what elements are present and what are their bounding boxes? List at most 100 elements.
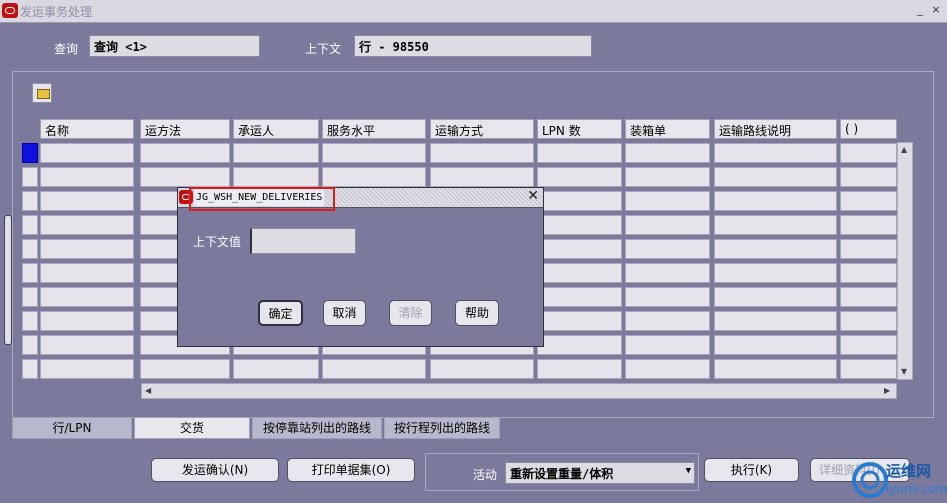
query-field[interactable]: 查询 <1> [89,35,260,57]
grid-cell[interactable] [714,311,837,331]
grid-cell[interactable] [625,239,710,259]
row-indicator[interactable] [22,239,38,259]
grid-cell[interactable] [714,239,837,259]
grid-cell[interactable] [625,191,710,211]
grid-cell[interactable] [714,263,837,283]
region-scroll-indicator[interactable] [4,215,12,345]
vertical-scrollbar[interactable]: ▲ ▼ [897,142,913,380]
grid-cell[interactable] [625,311,710,331]
cancel-button[interactable]: 取消 [323,300,366,326]
row-indicator[interactable] [22,167,38,187]
grid-cell[interactable] [625,167,710,187]
grid-cell[interactable] [714,143,837,163]
grid-cell[interactable] [430,143,534,163]
grid-cell[interactable] [40,335,134,355]
minimize-icon[interactable]: _ [913,3,927,17]
grid-cell[interactable] [840,335,897,355]
grid-cell[interactable] [40,239,134,259]
grid-cell[interactable] [840,263,897,283]
tab-delivery[interactable]: 交货 [134,417,250,439]
grid-cell[interactable] [40,215,134,235]
row-indicator[interactable] [22,335,38,355]
tab-route-by-stop[interactable]: 按停靠站列出的路线 [252,417,382,439]
scroll-up-icon[interactable]: ▲ [901,145,907,154]
grid-cell[interactable] [40,191,134,211]
row-indicator[interactable] [22,359,38,379]
context-field[interactable]: 行 - 98550 [354,35,592,57]
grid-cell[interactable] [140,167,230,187]
grid-cell[interactable] [625,359,710,379]
context-value-input[interactable] [250,228,356,254]
grid-cell[interactable] [537,311,622,331]
print-document-set-button[interactable]: 打印单据集(O) [287,458,415,482]
chevron-down-icon[interactable]: ▼ [686,466,691,476]
clear-button[interactable]: 清除 [389,300,432,326]
grid-cell[interactable] [840,359,897,379]
grid-cell[interactable] [625,287,710,307]
grid-cell[interactable] [840,239,897,259]
grid-cell[interactable] [714,191,837,211]
close-icon[interactable]: × [929,3,943,17]
grid-cell[interactable] [714,215,837,235]
grid-cell[interactable] [430,359,534,379]
row-indicator[interactable] [22,263,38,283]
tab-lines-lpn[interactable]: 行/LPN [12,417,132,439]
tab-route-by-trip[interactable]: 按行程列出的路线 [384,417,500,439]
grid-cell[interactable] [714,359,837,379]
grid-cell[interactable] [537,335,622,355]
grid-cell[interactable] [537,263,622,283]
grid-cell[interactable] [537,287,622,307]
grid-cell[interactable] [625,263,710,283]
grid-cell[interactable] [233,143,319,163]
grid-cell[interactable] [537,143,622,163]
grid-cell[interactable] [840,215,897,235]
grid-cell[interactable] [537,191,622,211]
grid-cell[interactable] [840,191,897,211]
row-indicator[interactable] [22,215,38,235]
ok-button[interactable]: 确定 [258,300,303,326]
grid-cell[interactable] [840,143,897,163]
grid-cell[interactable] [537,239,622,259]
scroll-left-icon[interactable]: ◀ [145,386,151,395]
row-indicator[interactable] [22,191,38,211]
grid-cell[interactable] [233,167,319,187]
grid-cell[interactable] [40,143,134,163]
grid-cell[interactable] [537,167,622,187]
grid-cell[interactable] [714,335,837,355]
open-folder-button[interactable] [32,83,52,103]
grid-cell[interactable] [625,215,710,235]
grid-cell[interactable] [322,167,426,187]
grid-cell[interactable] [537,215,622,235]
ship-confirm-button[interactable]: 发运确认(N) [151,458,279,482]
grid-cell[interactable] [714,167,837,187]
row-indicator[interactable] [22,311,38,331]
grid-cell[interactable] [430,167,534,187]
grid-cell[interactable] [625,335,710,355]
grid-cell[interactable] [40,311,134,331]
grid-cell[interactable] [40,167,134,187]
row-indicator[interactable] [22,287,38,307]
grid-cell[interactable] [537,359,622,379]
action-select[interactable]: 重新设置重量/体积 ▼ [505,462,695,484]
action-select-value: 重新设置重量/体积 [510,467,614,481]
horizontal-scrollbar[interactable]: ◀ ▶ [141,383,897,399]
scroll-right-icon[interactable]: ▶ [884,386,890,395]
grid-cell[interactable] [840,167,897,187]
grid-cell[interactable] [322,359,426,379]
grid-cell[interactable] [714,287,837,307]
scroll-down-icon[interactable]: ▼ [901,367,907,376]
row-indicator[interactable] [22,143,38,163]
grid-cell[interactable] [625,143,710,163]
execute-button[interactable]: 执行(K) [704,458,799,482]
grid-cell[interactable] [140,359,230,379]
grid-cell[interactable] [233,359,319,379]
grid-cell[interactable] [40,359,134,379]
dialog-close-icon[interactable]: ✕ [527,188,539,204]
grid-cell[interactable] [322,143,426,163]
help-button[interactable]: 帮助 [455,300,499,326]
grid-cell[interactable] [840,287,897,307]
grid-cell[interactable] [40,287,134,307]
grid-cell[interactable] [840,311,897,331]
grid-cell[interactable] [40,263,134,283]
grid-cell[interactable] [140,143,230,163]
